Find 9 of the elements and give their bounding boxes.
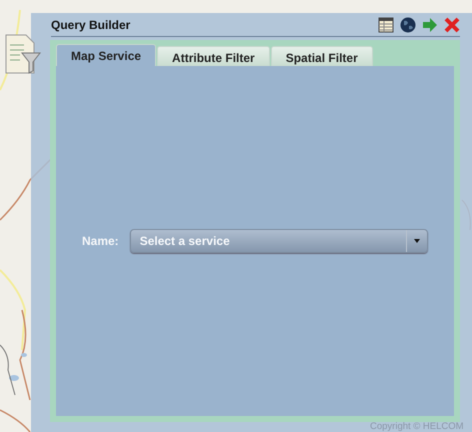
tab[interactable]: Attribute Filter [157,46,270,66]
tab[interactable]: Map Service [56,44,156,66]
name-label: Name: [82,234,119,248]
globe-icon[interactable] [400,16,416,32]
tab[interactable]: Spatial Filter [270,46,373,66]
close-icon[interactable] [444,16,460,32]
document-funnel-icon [4,33,42,75]
table-icon[interactable] [378,16,394,32]
window-title: Query Builder [51,18,130,32]
